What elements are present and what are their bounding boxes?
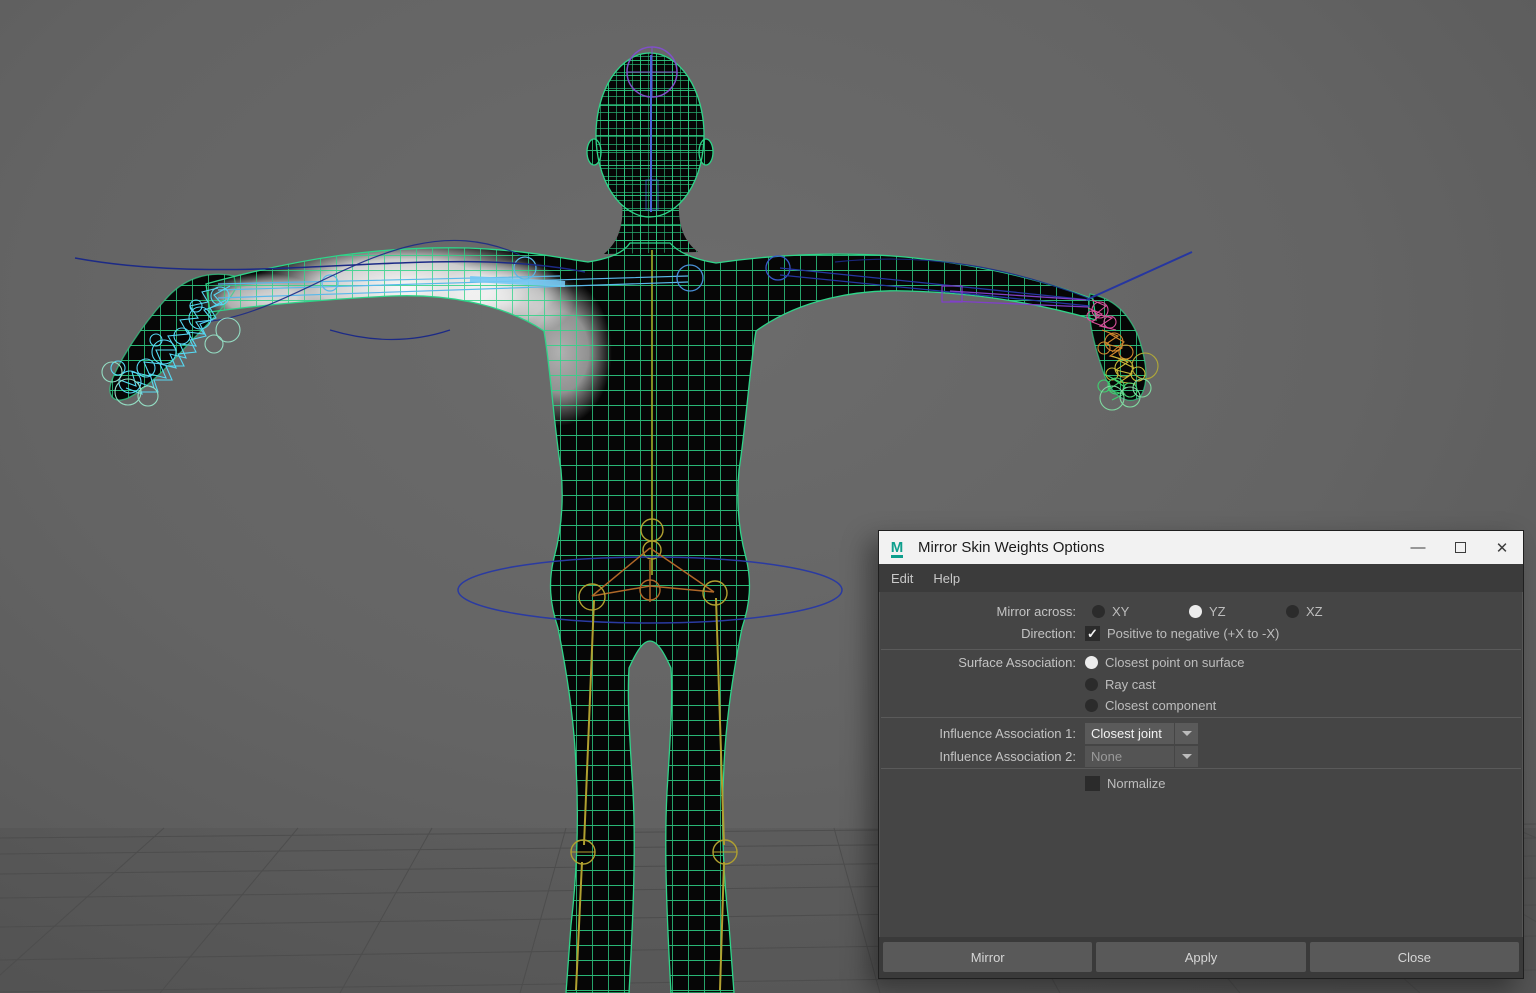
mirror-skin-weights-options-window: M Mirror Skin Weights Options — ✕ Edit H… — [878, 530, 1524, 979]
radio-closest-point-button[interactable] — [1085, 656, 1098, 669]
separator — [881, 649, 1521, 650]
influence-association-2-row: Influence Association 2: None — [880, 746, 1522, 767]
mirror-button[interactable]: Mirror — [883, 942, 1092, 972]
normalize-label: Normalize — [1107, 776, 1166, 791]
radio-closest-component-label: Closest component — [1105, 698, 1216, 713]
maximize-icon — [1455, 542, 1466, 553]
direction-label: Direction: — [880, 626, 1085, 641]
influence-association-1-value[interactable]: Closest joint — [1085, 723, 1174, 744]
surface-association-row-2: Ray cast — [880, 674, 1522, 694]
minimize-button[interactable]: — — [1397, 531, 1439, 564]
chevron-down-icon — [1175, 746, 1198, 767]
chevron-down-icon[interactable] — [1175, 723, 1198, 744]
window-title: Mirror Skin Weights Options — [918, 539, 1397, 556]
surface-association-label: Surface Association: — [880, 655, 1085, 670]
menu-help[interactable]: Help — [923, 564, 970, 592]
radio-xy[interactable]: XY — [1085, 604, 1182, 619]
radio-yz-button[interactable] — [1189, 605, 1202, 618]
direction-row: Direction: ✓ Positive to negative (+X to… — [880, 623, 1522, 643]
influence-association-2-dropdown: None — [1085, 746, 1198, 767]
influence-association-2-value: None — [1085, 746, 1174, 767]
radio-xy-label: XY — [1112, 604, 1129, 619]
radio-closest-point-label: Closest point on surface — [1105, 655, 1244, 670]
surface-association-row-3: Closest component — [880, 695, 1522, 715]
window-titlebar[interactable]: M Mirror Skin Weights Options — ✕ — [879, 531, 1523, 564]
radio-ray-cast-button[interactable] — [1085, 678, 1098, 691]
normalize-checkbox[interactable] — [1085, 776, 1100, 791]
direction-checkbox-label: Positive to negative (+X to -X) — [1107, 626, 1279, 641]
radio-xz-label: XZ — [1306, 604, 1323, 619]
direction-checkbox[interactable]: ✓ — [1085, 626, 1100, 641]
radio-ray-cast-label: Ray cast — [1105, 677, 1156, 692]
influence-association-1-dropdown[interactable]: Closest joint — [1085, 723, 1198, 744]
right-arm-curve — [1086, 252, 1192, 300]
maya-viewport[interactable]: M Mirror Skin Weights Options — ✕ Edit H… — [0, 0, 1536, 993]
radio-yz-label: YZ — [1209, 604, 1226, 619]
influence-association-1-label: Influence Association 1: — [880, 726, 1085, 741]
maya-logo-icon: M — [887, 538, 907, 558]
radio-yz[interactable]: YZ — [1182, 604, 1279, 619]
radio-closest-component-button[interactable] — [1085, 699, 1098, 712]
radio-xy-button[interactable] — [1092, 605, 1105, 618]
mirror-across-label: Mirror across: — [880, 604, 1085, 619]
normalize-row: Normalize — [880, 774, 1522, 792]
influence-association-1-row: Influence Association 1: Closest joint — [880, 723, 1522, 744]
apply-button[interactable]: Apply — [1096, 942, 1305, 972]
separator — [881, 768, 1521, 769]
close-button[interactable]: ✕ — [1481, 531, 1523, 564]
surface-association-row-1: Surface Association: Closest point on su… — [880, 652, 1522, 672]
maximize-button[interactable] — [1439, 531, 1481, 564]
mirror-across-row: Mirror across: XY YZ XZ — [880, 601, 1522, 621]
separator — [881, 717, 1521, 718]
dialog-footer: Mirror Apply Close — [879, 937, 1523, 978]
radio-xz[interactable]: XZ — [1279, 604, 1376, 619]
dialog-menubar: Edit Help — [879, 564, 1523, 592]
options-form: Mirror across: XY YZ XZ Direction: ✓ — [879, 592, 1523, 937]
influence-association-2-label: Influence Association 2: — [880, 749, 1085, 764]
menu-edit[interactable]: Edit — [881, 564, 923, 592]
close-action-button[interactable]: Close — [1310, 942, 1519, 972]
radio-xz-button[interactable] — [1286, 605, 1299, 618]
